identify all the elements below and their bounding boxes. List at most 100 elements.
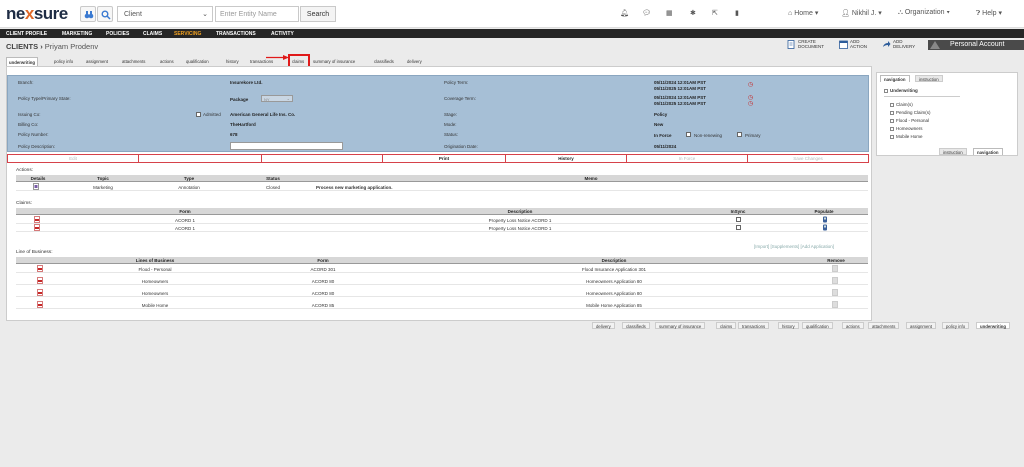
- pdf-icon[interactable]: [37, 289, 43, 296]
- blank-button-2[interactable]: [262, 156, 382, 163]
- nav-marketing[interactable]: MARKETING: [62, 31, 92, 37]
- search-toggle-button[interactable]: [97, 6, 113, 22]
- user-menu[interactable]: 👤︎ Nikhil J. ▾: [841, 9, 882, 17]
- populate-icon[interactable]: [822, 224, 828, 231]
- home-menu[interactable]: ⌂ Home ▾: [788, 9, 818, 17]
- save-changes-button[interactable]: Save Changes: [748, 156, 868, 163]
- blank-button-1[interactable]: [139, 156, 261, 163]
- tree-item-flood-personal[interactable]: Flood - Personal: [890, 118, 929, 123]
- remove-icon[interactable]: [832, 265, 838, 272]
- tree-item-pending-claims[interactable]: Pending Claim(s): [890, 110, 931, 115]
- tab-assignment[interactable]: assignment: [84, 57, 110, 66]
- details-icon[interactable]: [33, 183, 39, 190]
- expand-icon[interactable]: [890, 126, 894, 131]
- nav-policies[interactable]: POLICIES: [106, 31, 129, 37]
- bell-icon[interactable]: 🔔︎: [620, 9, 629, 17]
- in-force-button[interactable]: In Force: [627, 156, 747, 163]
- chat-icon[interactable]: 💬︎: [642, 9, 651, 17]
- pdf-icon[interactable]: [34, 224, 40, 231]
- external-link-icon[interactable]: ⇱: [712, 9, 718, 17]
- remove-icon[interactable]: [832, 289, 838, 296]
- btab-policy-info[interactable]: policy info: [942, 322, 970, 329]
- coverage-to-calendar-icon[interactable]: ◷: [748, 100, 753, 107]
- expand-icon[interactable]: [890, 102, 894, 107]
- sidebar-bottom-tab-instruction[interactable]: instruction: [939, 148, 967, 155]
- insync-checkbox[interactable]: [736, 225, 741, 230]
- import-supplements-add-application-links[interactable]: [Import] [Supplements] [Add Application]: [754, 244, 834, 249]
- add-action-button[interactable]: ADD ACTION: [839, 39, 875, 49]
- sidebar-bottom-tab-navigation[interactable]: navigation: [973, 148, 1003, 155]
- tab-underwriting[interactable]: underwriting: [6, 57, 39, 66]
- insync-checkbox[interactable]: [736, 217, 741, 222]
- bookmark-icon[interactable]: ▮: [735, 9, 739, 17]
- btab-classifieds[interactable]: classifieds: [622, 322, 650, 329]
- btab-delivery[interactable]: delivery: [592, 322, 615, 329]
- remove-icon[interactable]: [832, 277, 838, 284]
- tab-actions[interactable]: actions: [158, 57, 176, 66]
- remove-icon[interactable]: [832, 301, 838, 308]
- expand-icon[interactable]: [890, 118, 894, 123]
- sidebar-tab-instruction[interactable]: instruction: [915, 75, 943, 82]
- populate-icon[interactable]: [822, 216, 828, 223]
- btab-assignment[interactable]: assignment: [906, 322, 936, 329]
- nav-activity[interactable]: ACTIVITY: [271, 31, 294, 37]
- btab-attachments[interactable]: attachments: [868, 322, 900, 329]
- tree-item-claims[interactable]: Claim(s): [890, 102, 913, 107]
- tree-root-underwriting[interactable]: Underwriting: [884, 88, 918, 93]
- add-delivery-button[interactable]: ADD DELIVERY: [882, 39, 922, 49]
- table-row[interactable]: Marketing Annotation Closed Process new …: [16, 183, 868, 191]
- tab-summary-of-insurance[interactable]: summary of insurance: [311, 57, 357, 66]
- print-button[interactable]: Print: [383, 156, 505, 163]
- edit-button[interactable]: Edit: [8, 156, 138, 163]
- nav-claims[interactable]: CLAIMS: [143, 31, 162, 37]
- home-binoculars-button[interactable]: [80, 6, 96, 22]
- entity-name-input[interactable]: Enter Entity Name: [215, 6, 299, 22]
- table-row[interactable]: Mobile Home ACORD 85 Mobile Home Applica…: [16, 301, 868, 309]
- btab-summary-of-insurance[interactable]: summary of insurance: [655, 322, 706, 329]
- search-button[interactable]: Search: [300, 6, 336, 22]
- policy-term-calendar-icon[interactable]: ◷: [748, 81, 753, 88]
- tab-qualification[interactable]: qualification: [184, 57, 211, 66]
- sidebar-tab-navigation[interactable]: navigation: [880, 75, 910, 82]
- btab-actions[interactable]: actions: [842, 322, 864, 329]
- tree-item-homeowners[interactable]: Homeowners: [890, 126, 923, 131]
- btab-transactions[interactable]: transactions: [738, 322, 770, 329]
- btab-underwriting[interactable]: underwriting: [976, 322, 1011, 329]
- tab-classifieds[interactable]: classifieds: [372, 57, 396, 66]
- btab-qualification[interactable]: qualification: [802, 322, 833, 329]
- tab-policy-info[interactable]: policy info: [52, 57, 75, 66]
- breadcrumb-root[interactable]: CLIENTS: [6, 42, 38, 51]
- pdf-icon[interactable]: [37, 265, 43, 272]
- pdf-icon[interactable]: [37, 277, 43, 284]
- tab-delivery[interactable]: delivery: [405, 57, 424, 66]
- collapse-icon[interactable]: [884, 88, 888, 93]
- tree-item-mobile-home[interactable]: Mobile Home: [890, 134, 923, 139]
- btab-history[interactable]: history: [778, 322, 799, 329]
- history-button[interactable]: History: [506, 156, 626, 163]
- nav-servicing[interactable]: SERVICING: [174, 31, 201, 37]
- expand-icon[interactable]: [890, 110, 894, 115]
- organization-menu[interactable]: ⛬ Organization ▾: [898, 9, 950, 17]
- admitted-checkbox[interactable]: [196, 112, 201, 117]
- table-row[interactable]: Homeowners ACORD 80 Homeowners Applicati…: [16, 289, 868, 297]
- pdf-icon[interactable]: [37, 301, 43, 308]
- table-row[interactable]: ACORD 1 Property Loss Notice ACORD 1: [16, 216, 868, 224]
- btab-claims[interactable]: claims: [716, 322, 737, 329]
- nexsure-logo[interactable]: nexsure: [6, 4, 68, 24]
- table-row[interactable]: Flood - Personal ACORD 301 Flood Insuran…: [16, 265, 868, 273]
- asterisk-icon[interactable]: ✱: [690, 9, 696, 17]
- help-menu[interactable]: ❓︎ Help ▾: [976, 9, 1002, 18]
- expand-icon[interactable]: [890, 134, 894, 139]
- primary-checkbox[interactable]: [737, 132, 742, 137]
- nav-transactions[interactable]: TRANSACTIONS: [216, 31, 256, 37]
- create-document-button[interactable]: CREATE DOCUMENT: [787, 39, 827, 49]
- table-row[interactable]: ACORD 1 Property Loss Notice ACORD 1: [16, 224, 868, 232]
- tab-history[interactable]: history: [224, 57, 241, 66]
- entity-type-select[interactable]: Client ⌄: [117, 6, 213, 22]
- state-select[interactable]: NY ⌄: [261, 95, 293, 102]
- calendar-icon[interactable]: ▦: [666, 9, 673, 17]
- tab-attachments[interactable]: attachments: [120, 57, 147, 66]
- pdf-icon[interactable]: [34, 216, 40, 223]
- policy-description-input[interactable]: [230, 142, 343, 150]
- table-row[interactable]: Homeowners ACORD 80 Homeowners Applicati…: [16, 277, 868, 285]
